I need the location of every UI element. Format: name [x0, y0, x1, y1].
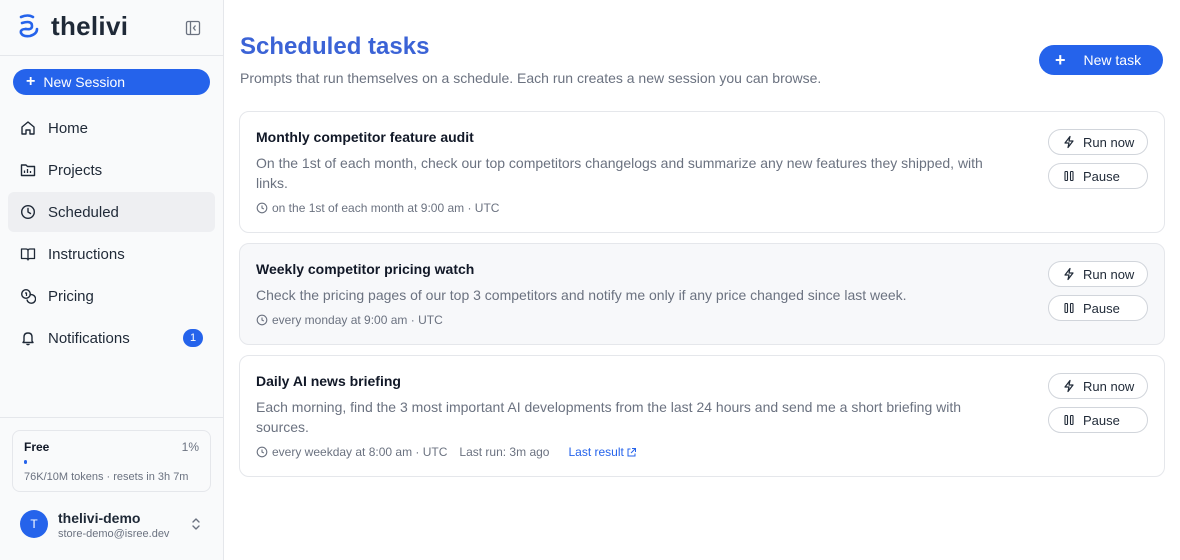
task-schedule: every monday at 9:00 am · UTC [256, 313, 443, 327]
run-now-label: Run now [1083, 134, 1135, 150]
schedule-text: every monday at 9:00 am · UTC [272, 313, 443, 327]
plan-usage-card: Free 1% 76K/10M tokens · resets in 3h 7m [12, 430, 211, 492]
sidebar-item-label: Projects [48, 161, 103, 179]
task-card[interactable]: Monthly competitor feature audit On the … [239, 111, 1165, 233]
sidebar-item-scheduled[interactable]: Scheduled [8, 192, 215, 232]
run-now-button[interactable]: Run now [1048, 373, 1148, 399]
sidebar-item-label: Notifications [48, 329, 130, 347]
book-icon [20, 248, 36, 261]
task-title: Weekly competitor pricing watch [256, 261, 475, 277]
run-now-label: Run now [1083, 266, 1135, 282]
pause-label: Pause [1083, 168, 1120, 184]
clock-icon [256, 202, 268, 214]
sidebar-nav: Home Projects Scheduled Instructions Pri… [8, 108, 215, 360]
brand[interactable]: thelivi [18, 11, 128, 41]
sidebar-item-projects[interactable]: Projects [8, 150, 215, 190]
last-result-label: Last result [568, 445, 624, 459]
collapse-sidebar-icon[interactable] [185, 20, 201, 36]
task-card[interactable]: Weekly competitor pricing watch Check th… [239, 243, 1165, 345]
folder-icon [20, 164, 36, 177]
pause-icon [1064, 302, 1074, 314]
coins-icon [20, 288, 36, 304]
external-link-icon [627, 447, 636, 456]
pause-icon [1064, 414, 1074, 426]
pause-icon [1064, 170, 1074, 182]
plan-usage-percent: 1% [181, 440, 199, 454]
clock-icon [20, 204, 36, 220]
new-task-label: New task [1083, 52, 1142, 68]
run-now-label: Run now [1083, 378, 1135, 394]
task-description: Each morning, find the 3 most important … [256, 399, 962, 435]
plan-usage-bar [24, 460, 199, 464]
chevrons-up-down-icon [192, 518, 200, 530]
task-title: Monthly competitor feature audit [256, 129, 474, 145]
user-menu[interactable]: T thelivi-demo store-demo@isree.dev [20, 509, 210, 541]
home-icon [21, 121, 35, 135]
run-now-button[interactable]: Run now [1048, 261, 1148, 287]
run-now-button[interactable]: Run now [1048, 129, 1148, 155]
task-title: Daily AI news briefing [256, 373, 401, 389]
sidebar-item-notifications[interactable]: Notifications 1 [8, 318, 215, 358]
sidebar-item-label: Scheduled [48, 203, 119, 221]
task-schedule: on the 1st of each month at 9:00 am · UT… [256, 201, 499, 215]
divider [0, 55, 223, 56]
pause-button[interactable]: Pause [1048, 295, 1148, 321]
bell-icon [22, 332, 34, 346]
sidebar-item-label: Pricing [48, 287, 94, 305]
new-session-label: New Session [43, 74, 126, 90]
plus-icon: + [1055, 50, 1066, 70]
thelivi-logo-icon [19, 14, 39, 38]
clock-icon [256, 446, 268, 458]
task-description: Check the pricing pages of our top 3 com… [256, 287, 907, 303]
sidebar-item-instructions[interactable]: Instructions [8, 234, 215, 274]
new-session-button[interactable]: + New Session [13, 69, 210, 95]
pause-label: Pause [1083, 300, 1120, 316]
plan-usage-text: 76K/10M tokens · resets in 3h 7m [24, 471, 189, 483]
page-subtitle: Prompts that run themselves on a schedul… [240, 70, 822, 86]
last-result-link[interactable]: Last result [568, 445, 636, 459]
lightning-icon [1064, 379, 1074, 393]
sidebar-item-home[interactable]: Home [8, 108, 215, 148]
schedule-text: on the 1st of each month at 9:00 am · UT… [272, 201, 500, 215]
user-name: thelivi-demo [58, 510, 141, 526]
avatar: T [20, 510, 48, 538]
divider [0, 417, 223, 418]
pause-button[interactable]: Pause [1048, 407, 1148, 433]
new-task-button[interactable]: + New task [1039, 45, 1163, 75]
task-schedule: every weekday at 8:00 am · UTC Last run:… [256, 445, 637, 459]
task-description: On the 1st of each month, check our top … [256, 155, 983, 191]
schedule-text: every weekday at 8:00 am · UTC [272, 445, 448, 459]
user-email: store-demo@isree.dev [58, 528, 170, 540]
pause-button[interactable]: Pause [1048, 163, 1148, 189]
plan-usage-bar-fill [24, 460, 27, 464]
sidebar-item-pricing[interactable]: Pricing [8, 276, 215, 316]
sidebar: thelivi + New Session Home Projects Sche… [0, 0, 224, 560]
task-card[interactable]: Daily AI news briefing Each morning, fin… [239, 355, 1165, 477]
lightning-icon [1064, 135, 1074, 149]
brand-name: thelivi [51, 11, 129, 41]
lightning-icon [1064, 267, 1074, 281]
notification-count-badge: 1 [183, 329, 203, 347]
sidebar-item-label: Instructions [48, 245, 125, 263]
plus-icon: + [26, 73, 36, 90]
sidebar-item-label: Home [48, 119, 89, 137]
clock-icon [256, 314, 268, 326]
page-title: Scheduled tasks [240, 33, 430, 60]
last-run-text: Last run: 3m ago [459, 445, 550, 459]
pause-label: Pause [1083, 412, 1120, 428]
plan-name: Free [24, 440, 50, 454]
